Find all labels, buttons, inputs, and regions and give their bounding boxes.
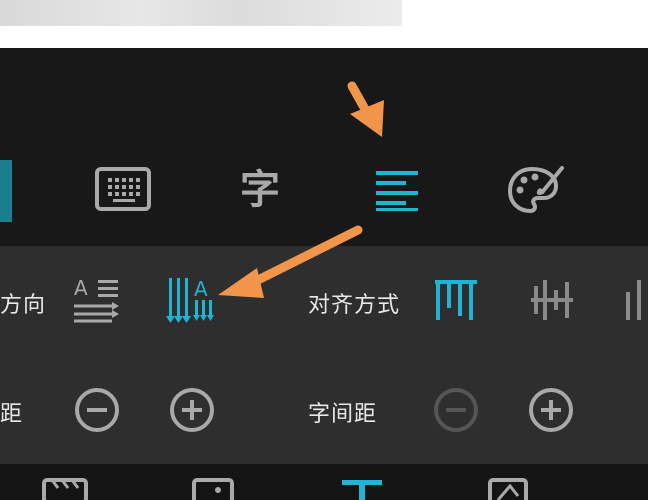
text-style-toolbar <box>0 48 648 246</box>
photo-preview <box>0 0 402 26</box>
vertical-text-icon[interactable]: A <box>166 276 220 324</box>
alignment-label: 对齐方式 <box>308 293 401 318</box>
clip-icon[interactable] <box>42 476 88 500</box>
align-bottom-icon[interactable] <box>624 278 648 322</box>
svg-text:A: A <box>194 277 208 301</box>
char-spacing-increase-icon[interactable] <box>527 386 575 434</box>
char-spacing-label: 字间距 <box>308 402 378 427</box>
horizontal-text-icon[interactable]: A <box>72 276 122 324</box>
bottom-tool-bar <box>0 464 648 500</box>
palette-icon[interactable] <box>506 164 564 216</box>
font-style-icon[interactable]: 字 <box>240 168 280 212</box>
row-spacing-decrease-icon[interactable] <box>73 386 121 434</box>
font-style-glyph: 字 <box>240 166 280 213</box>
tab-input-selected-remnant[interactable] <box>0 160 12 222</box>
row-spacing-label: 距 <box>0 402 24 427</box>
char-spacing-decrease-icon[interactable] <box>432 386 480 434</box>
text-icon[interactable] <box>342 478 382 500</box>
align-center-icon[interactable] <box>530 278 574 322</box>
image-icon[interactable] <box>488 478 528 500</box>
keyboard-icon[interactable] <box>94 166 152 212</box>
sticker-icon[interactable] <box>192 478 234 500</box>
svg-text:A: A <box>74 276 88 300</box>
align-top-icon[interactable] <box>434 278 478 322</box>
row-spacing-increase-icon[interactable] <box>168 386 216 434</box>
paragraph-align-icon[interactable] <box>374 168 420 212</box>
canvas-preview <box>0 0 648 48</box>
direction-label: 方向 <box>0 293 47 318</box>
